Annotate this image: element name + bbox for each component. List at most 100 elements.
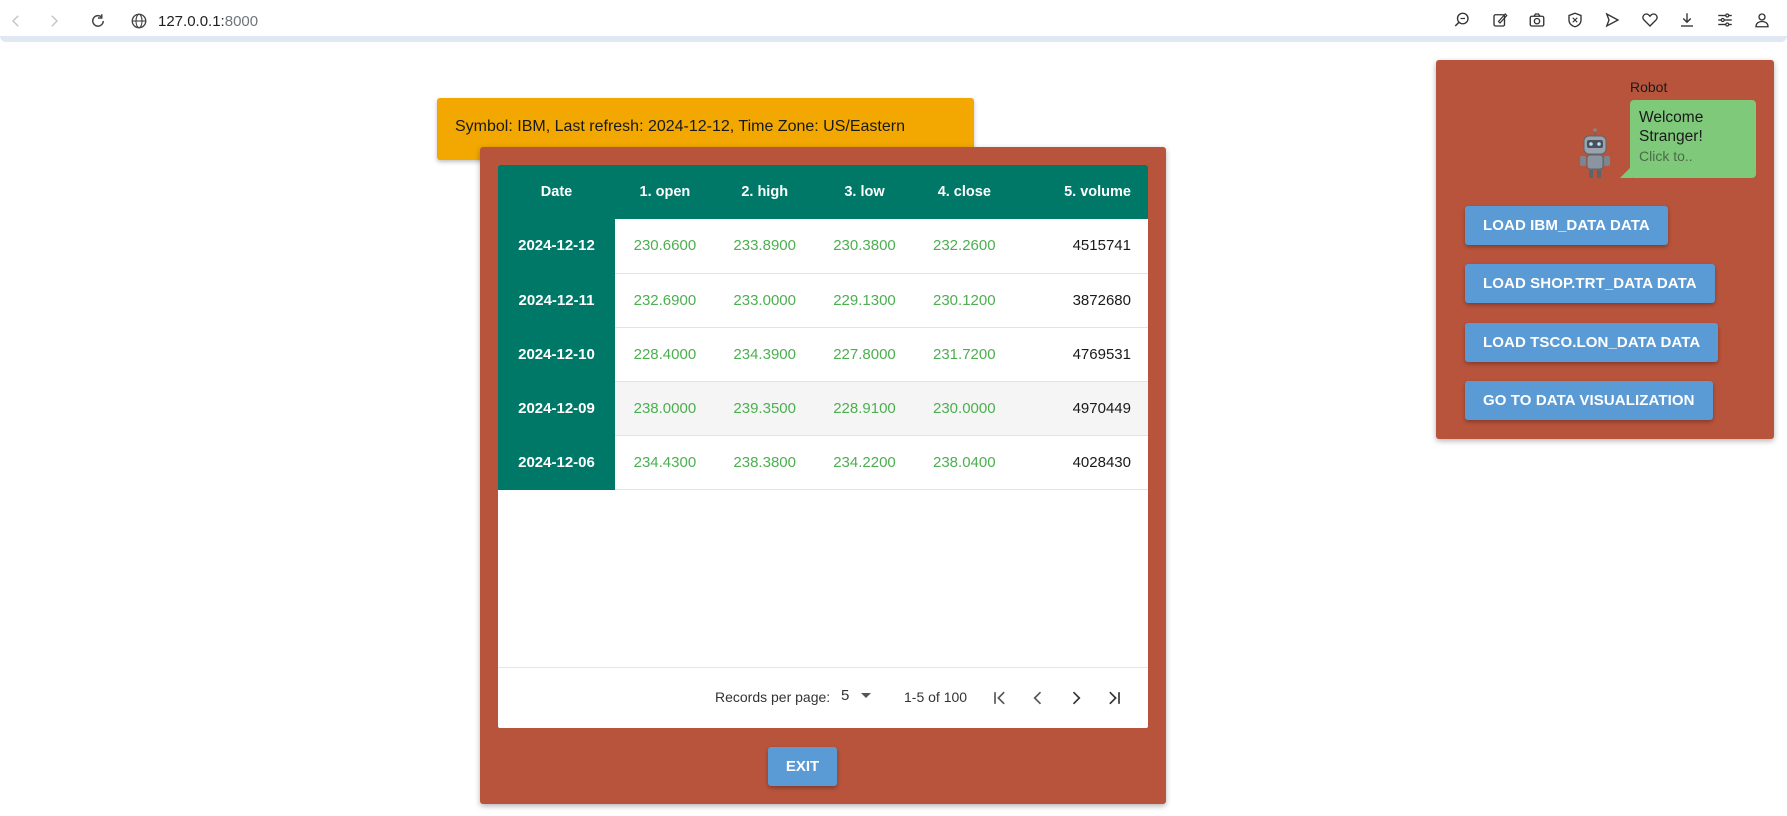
volume-cell: 4028430 [1014,435,1148,490]
stock-data-table: Date 1. open 2. high 3. low 4. close 5. … [498,165,1148,490]
open-cell: 228.4000 [615,327,715,382]
download-icon [1681,13,1693,27]
url-text: 127.0.0.1:8000 [158,13,258,30]
date-cell: 2024-12-06 [498,435,615,490]
globe-icon [131,13,147,29]
header-low[interactable]: 3. low [814,165,915,219]
load-ibm-data-button[interactable]: LOAD IBM_DATA DATA [1465,206,1668,245]
reload-button[interactable] [86,9,110,33]
last-page-button[interactable] [1102,686,1126,710]
date-cell: 2024-12-12 [498,219,615,274]
records-per-page-label: Records per page: [715,689,831,705]
screenshot-button[interactable] [1526,9,1548,31]
back-button[interactable] [4,9,28,33]
date-cell: 2024-12-11 [498,273,615,328]
open-cell: 230.6600 [615,219,715,274]
url-host: 127.0.0.1: [158,12,225,30]
download-button[interactable] [1676,9,1698,31]
shield-button[interactable] [1564,9,1586,31]
camera-icon [1529,13,1545,27]
caret-down-icon [861,693,872,698]
high-cell: 238.3800 [714,435,815,490]
robot-panel: Robot Welcome Stranger! Click to.. LOAD … [1436,60,1774,439]
table-header-row: Date 1. open 2. high 3. low 4. close 5. … [498,165,1148,219]
next-page-button[interactable] [1064,686,1088,710]
header-high[interactable]: 2. high [714,165,815,219]
profile-button[interactable] [1751,9,1773,31]
chevron-right-icon [1072,691,1081,705]
welcome-speech-bubble[interactable]: Welcome Stranger! Click to.. [1620,100,1756,178]
table-row: 2024-12-06 234.4300 238.3800 234.2200 23… [498,435,1148,490]
open-cell: 234.4300 [615,435,715,490]
open-cell: 232.6900 [615,273,715,328]
send-button[interactable] [1601,9,1623,31]
table-row: 2024-12-10 228.4000 234.3900 227.8000 23… [498,327,1148,382]
volume-cell: 4769531 [1014,327,1148,382]
browser-tools [1451,9,1773,31]
page-range: 1-5 of 100 [904,689,968,705]
table-pagination: Records per page: 5 1-5 of 100 [498,667,1148,728]
click-hint: Click to.. [1639,148,1693,164]
forward-button[interactable] [42,9,66,33]
favorite-button[interactable] [1639,9,1661,31]
high-cell: 239.3500 [714,381,815,436]
table-row: 2024-12-11 232.6900 233.0000 229.1300 23… [498,273,1148,328]
volume-cell: 4515741 [1014,219,1148,274]
date-cell: 2024-12-10 [498,327,615,382]
previous-page-button[interactable] [1026,686,1050,710]
header-date[interactable]: Date [498,165,615,219]
load-tsco-lon-data-button[interactable]: LOAD TSCO.LON_DATA DATA [1465,323,1719,362]
address-bar[interactable]: 127.0.0.1:8000 [130,9,258,33]
low-cell: 227.8000 [814,327,915,382]
settings-button[interactable] [1714,9,1736,31]
records-per-page-select[interactable]: 5 [841,687,872,704]
low-cell: 230.3800 [814,219,915,274]
chevron-left-icon [1033,691,1042,705]
last-page-icon [1109,691,1120,705]
sliders-icon [1717,13,1732,27]
high-cell: 234.3900 [714,327,815,382]
shield-icon [1567,12,1582,28]
low-cell: 234.2200 [814,435,915,490]
symbol-info-text: Symbol: IBM, Last refresh: 2024-12-12, T… [455,118,905,135]
exit-button[interactable]: EXIT [768,747,837,786]
load-shop-trt-data-button[interactable]: LOAD SHOP.TRT_DATA DATA [1465,264,1715,303]
browser-toolbar: 127.0.0.1:8000 [0,0,1787,42]
edit-button[interactable] [1489,9,1511,31]
header-close[interactable]: 4. close [914,165,1015,219]
table-row: 2024-12-09 238.0000 239.3500 228.9100 23… [498,381,1148,436]
heart-icon [1641,13,1658,27]
send-icon [1605,12,1620,28]
close-cell: 232.2600 [914,219,1015,274]
zoom-icon [1454,12,1469,27]
close-cell: 230.0000 [914,381,1015,436]
welcome-message: Welcome Stranger! [1639,109,1704,145]
header-open[interactable]: 1. open [615,165,715,219]
low-cell: 228.9100 [814,381,915,436]
open-cell: 238.0000 [615,381,715,436]
records-per-page-value: 5 [841,687,850,704]
close-cell: 231.7200 [914,327,1015,382]
first-page-icon [994,691,1005,705]
reload-icon [92,14,104,27]
header-volume[interactable]: 5. volume [1014,165,1148,219]
close-cell: 230.1200 [914,273,1015,328]
close-cell: 238.0400 [914,435,1015,490]
low-cell: 229.1300 [814,273,915,328]
robot-avatar-icon[interactable] [1578,128,1612,180]
zoom-button[interactable] [1451,9,1473,31]
edit-icon [1492,13,1508,27]
url-port: 8000 [224,12,259,30]
high-cell: 233.0000 [714,273,815,328]
first-page-button[interactable] [988,686,1012,710]
main-panel: Date 1. open 2. high 3. low 4. close 5. … [480,147,1166,804]
forward-arrow-icon [51,15,59,27]
volume-cell: 3872680 [1014,273,1148,328]
robot-name: Robot [1630,79,1668,95]
table-row: 2024-12-12 230.6600 233.8900 230.3800 23… [498,219,1148,274]
back-arrow-icon [11,15,19,27]
user-icon [1755,13,1769,28]
go-to-data-visualization-button[interactable]: GO TO DATA VISUALIZATION [1465,381,1713,420]
data-table-card: Date 1. open 2. high 3. low 4. close 5. … [498,165,1148,728]
date-cell: 2024-12-09 [498,381,615,436]
